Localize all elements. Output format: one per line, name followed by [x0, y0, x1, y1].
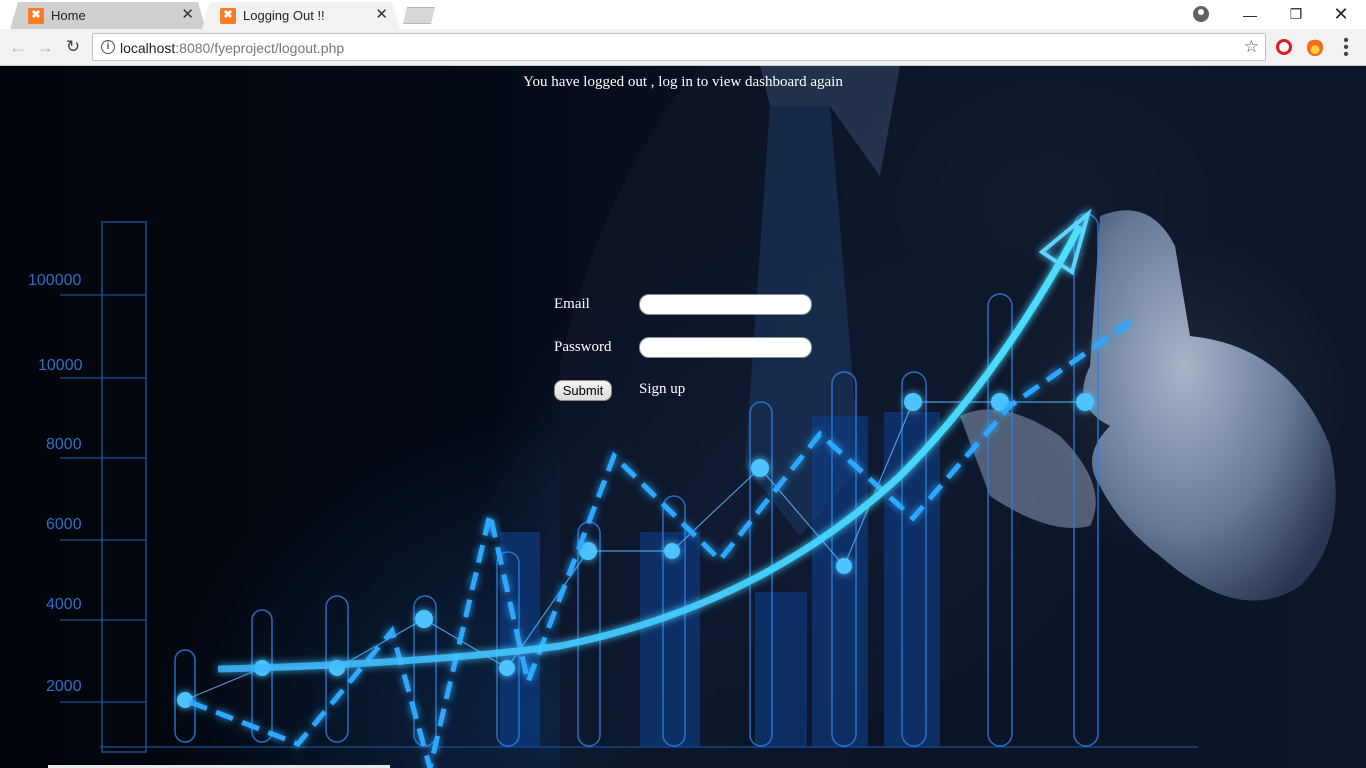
signup-link[interactable]: Sign up: [639, 381, 685, 398]
url-text[interactable]: localhost:8080/fyeproject/logout.php: [120, 40, 344, 56]
kebab-menu-icon[interactable]: • • •: [1340, 33, 1352, 63]
page-body: 100000 10000 8000 6000 4000 2000 You hav…: [0, 66, 1366, 768]
email-field[interactable]: [639, 294, 812, 315]
tab-title: Logging Out !!: [243, 8, 325, 23]
axis-label: 100000: [28, 272, 81, 289]
axis-label: 4000: [46, 596, 82, 613]
restore-button[interactable]: ❐: [1273, 0, 1319, 29]
tab-logging-out[interactable]: ✖ Logging Out !! ✕: [202, 2, 400, 29]
logout-message: You have logged out , log in to view das…: [523, 74, 843, 90]
email-label: Email: [554, 296, 590, 312]
address-bar[interactable]: i localhost:8080/fyeproject/logout.php ☆: [92, 33, 1266, 61]
profile-icon[interactable]: [1193, 6, 1209, 22]
background-chart-image: 100000 10000 8000 6000 4000 2000: [28, 66, 1366, 768]
tab-close-icon[interactable]: ✕: [375, 7, 388, 23]
back-icon[interactable]: ←: [8, 37, 28, 57]
close-window-button[interactable]: ✕: [1318, 0, 1364, 29]
email-row: Email: [554, 294, 812, 315]
browser-toolbar: ← → ↻ i localhost:8080/fyeproject/logout…: [0, 29, 1366, 66]
bookmark-star-icon[interactable]: ☆: [1244, 37, 1259, 57]
axis-label: 8000: [46, 436, 82, 453]
submit-button[interactable]: Submit: [554, 380, 612, 401]
info-icon[interactable]: i: [101, 40, 115, 54]
tab-close-icon[interactable]: ✕: [181, 7, 194, 23]
reload-icon[interactable]: ↻: [63, 37, 83, 57]
tab-home[interactable]: ✖ Home ✕: [10, 2, 206, 29]
tab-strip: ✖ Home ✕ ✖ Logging Out !! ✕ — ❐ ✕: [0, 0, 1366, 29]
tab-title: Home: [51, 8, 86, 23]
axis-label: 6000: [46, 516, 82, 533]
forward-icon[interactable]: →: [35, 37, 55, 57]
password-row: Password: [554, 337, 812, 358]
minimize-button[interactable]: —: [1227, 0, 1273, 29]
xampp-favicon-icon: ✖: [28, 7, 44, 24]
opera-extension-icon[interactable]: [1276, 39, 1292, 55]
xampp-favicon-icon: ✖: [220, 7, 236, 24]
fire-extension-icon[interactable]: [1307, 38, 1323, 56]
password-field[interactable]: [639, 337, 812, 358]
axis-label: 10000: [38, 357, 83, 374]
new-tab-button[interactable]: [402, 7, 436, 24]
axis-label: 2000: [46, 678, 82, 695]
password-label: Password: [554, 339, 612, 355]
